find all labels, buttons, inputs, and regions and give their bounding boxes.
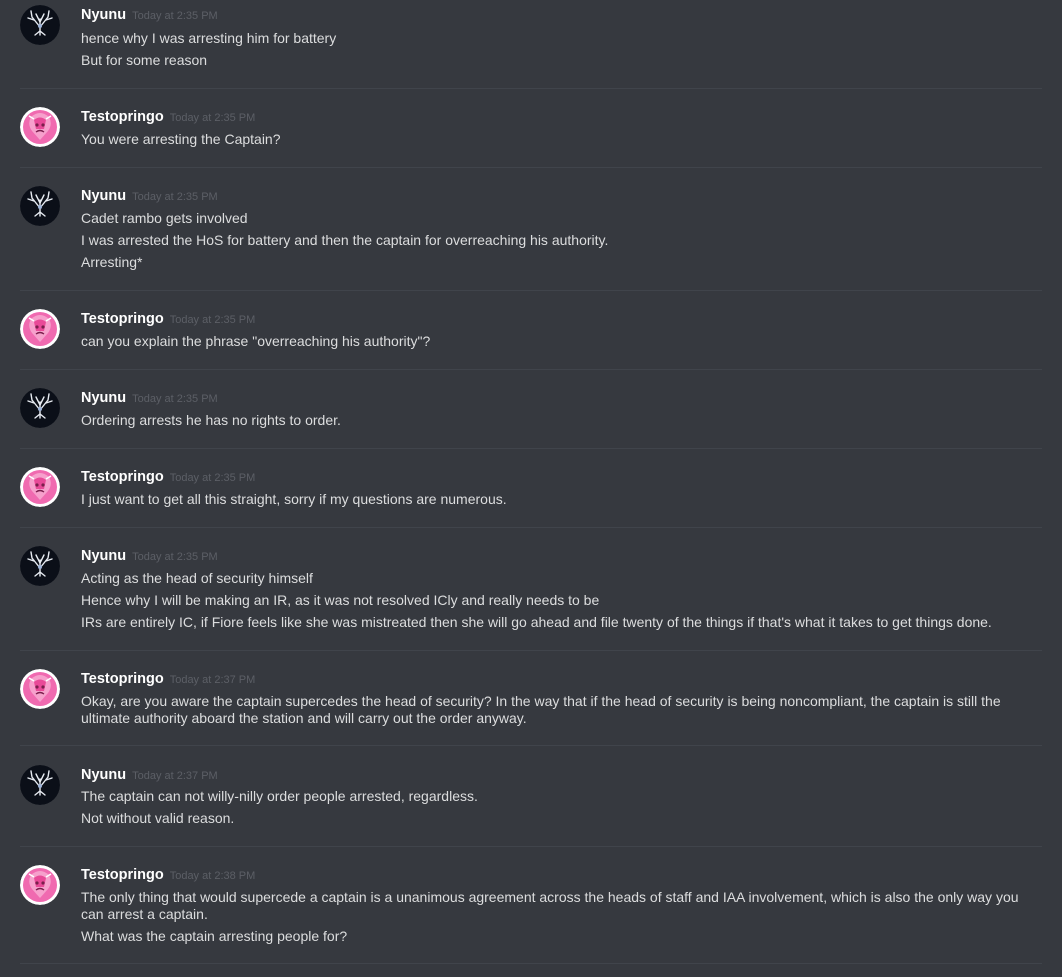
pink-gem-avatar[interactable]	[20, 107, 60, 147]
message-divider	[20, 369, 1042, 370]
message-header: Nyunu Today at 2:35 PM	[81, 389, 218, 409]
message-line: What was the captain arresting people fo…	[81, 927, 348, 944]
message-body: Cadet rambo gets involved I was arrested…	[81, 210, 1022, 271]
dark-antler-emblem-avatar-image	[20, 388, 60, 428]
message-line: I just want to get all this straight, so…	[81, 491, 507, 507]
username[interactable]: Testopringo	[81, 109, 164, 125]
message-body: can you explain the phrase "overreaching…	[81, 333, 1022, 350]
message-line: The only thing that would supercede a ca…	[81, 889, 1019, 922]
message-body: Ordering arrests he has no rights to ord…	[81, 412, 1022, 429]
message-divider	[20, 88, 1042, 89]
username[interactable]: Testopringo	[81, 311, 164, 327]
pink-gem-avatar-image	[20, 107, 60, 147]
username[interactable]: Nyunu	[81, 767, 126, 783]
message-body: hence why I was arresting him for batter…	[81, 30, 1022, 69]
message-line: hence why I was arresting him for batter…	[81, 30, 337, 46]
timestamp: Today at 2:37 PM	[169, 674, 256, 686]
pink-gem-avatar[interactable]	[20, 865, 60, 905]
username[interactable]: Nyunu	[81, 390, 126, 406]
message-line: Hence why I will be making an IR, as it …	[81, 592, 600, 608]
message-body: The captain can not willy-nilly order pe…	[81, 788, 1022, 827]
message-header: Nyunu Today at 2:37 PM	[81, 766, 218, 786]
pink-gem-avatar[interactable]	[20, 669, 60, 709]
message-divider	[20, 745, 1042, 746]
timestamp: Today at 2:35 PM	[132, 10, 218, 22]
dark-antler-emblem-avatar[interactable]	[20, 186, 60, 226]
timestamp: Today at 2:35 PM	[169, 314, 256, 326]
pink-gem-avatar[interactable]	[20, 467, 60, 507]
dark-antler-emblem-avatar-image	[20, 5, 60, 45]
message-line: Cadet rambo gets involved	[81, 210, 248, 226]
message-header: Testopringo Today at 2:35 PM	[81, 108, 255, 128]
message-line: You were arresting the Captain?	[81, 131, 281, 147]
message-divider	[20, 650, 1042, 651]
message-header: Nyunu Today at 2:35 PM	[81, 6, 218, 26]
dark-antler-emblem-avatar[interactable]	[20, 546, 60, 586]
message-line: Acting as the head of security himself	[81, 570, 313, 586]
message-body: The only thing that would supercede a ca…	[81, 889, 1022, 944]
pink-gem-avatar-image	[20, 669, 60, 709]
message-header: Testopringo Today at 2:37 PM	[81, 670, 255, 690]
message-line: But for some reason	[81, 52, 208, 68]
message-divider	[20, 846, 1042, 847]
message-line: Ordering arrests he has no rights to ord…	[81, 412, 341, 428]
username[interactable]: Testopringo	[81, 671, 164, 687]
username[interactable]: Nyunu	[81, 188, 126, 204]
username[interactable]: Nyunu	[81, 548, 126, 564]
pink-gem-avatar-image	[20, 865, 60, 905]
message-header: Nyunu Today at 2:35 PM	[81, 187, 218, 207]
message-line: Not without valid reason.	[81, 810, 235, 826]
message-divider	[20, 448, 1042, 449]
timestamp: Today at 2:35 PM	[132, 191, 218, 203]
message-header: Testopringo Today at 2:35 PM	[81, 310, 255, 330]
timestamp: Today at 2:35 PM	[169, 472, 256, 484]
dark-antler-emblem-avatar[interactable]	[20, 5, 60, 45]
message-body: Acting as the head of security himself H…	[81, 570, 1022, 631]
message-line: can you explain the phrase "overreaching…	[81, 333, 431, 349]
message-body: I just want to get all this straight, so…	[81, 491, 1022, 508]
timestamp: Today at 2:37 PM	[132, 770, 218, 782]
username[interactable]: Testopringo	[81, 867, 164, 883]
username[interactable]: Nyunu	[81, 7, 126, 23]
message-line: Arresting*	[81, 254, 143, 270]
message-divider	[20, 527, 1042, 528]
message-line: I was arrested the HoS for battery and t…	[81, 232, 609, 248]
timestamp: Today at 2:38 PM	[169, 870, 256, 882]
timestamp: Today at 2:35 PM	[169, 112, 256, 124]
dark-antler-emblem-avatar[interactable]	[20, 388, 60, 428]
message-divider	[20, 290, 1042, 291]
message-line: The captain can not willy-nilly order pe…	[81, 788, 478, 804]
dark-antler-emblem-avatar-image	[20, 186, 60, 226]
pink-gem-avatar-image	[20, 309, 60, 349]
timestamp: Today at 2:35 PM	[132, 393, 218, 405]
dark-antler-emblem-avatar-image	[20, 546, 60, 586]
dark-antler-emblem-avatar[interactable]	[20, 765, 60, 805]
pink-gem-avatar-image	[20, 467, 60, 507]
message-header: Testopringo Today at 2:38 PM	[81, 866, 255, 886]
message-header: Nyunu Today at 2:35 PM	[81, 547, 218, 567]
message-divider	[20, 167, 1042, 168]
message-body: You were arresting the Captain?	[81, 131, 1022, 148]
chat-messages-pane[interactable]: Nyunu Today at 2:35 PM hence why I was ar…	[0, 0, 1062, 977]
message-header: Testopringo Today at 2:35 PM	[81, 468, 255, 488]
message-divider	[20, 963, 1042, 964]
pink-gem-avatar[interactable]	[20, 309, 60, 349]
username[interactable]: Testopringo	[81, 469, 164, 485]
message-line: IRs are entirely IC, if Fiore feels like…	[81, 614, 992, 630]
message-body: Okay, are you aware the captain superced…	[81, 693, 1022, 726]
timestamp: Today at 2:35 PM	[132, 551, 218, 563]
dark-antler-emblem-avatar-image	[20, 765, 60, 805]
message-line: Okay, are you aware the captain superced…	[81, 693, 1001, 726]
